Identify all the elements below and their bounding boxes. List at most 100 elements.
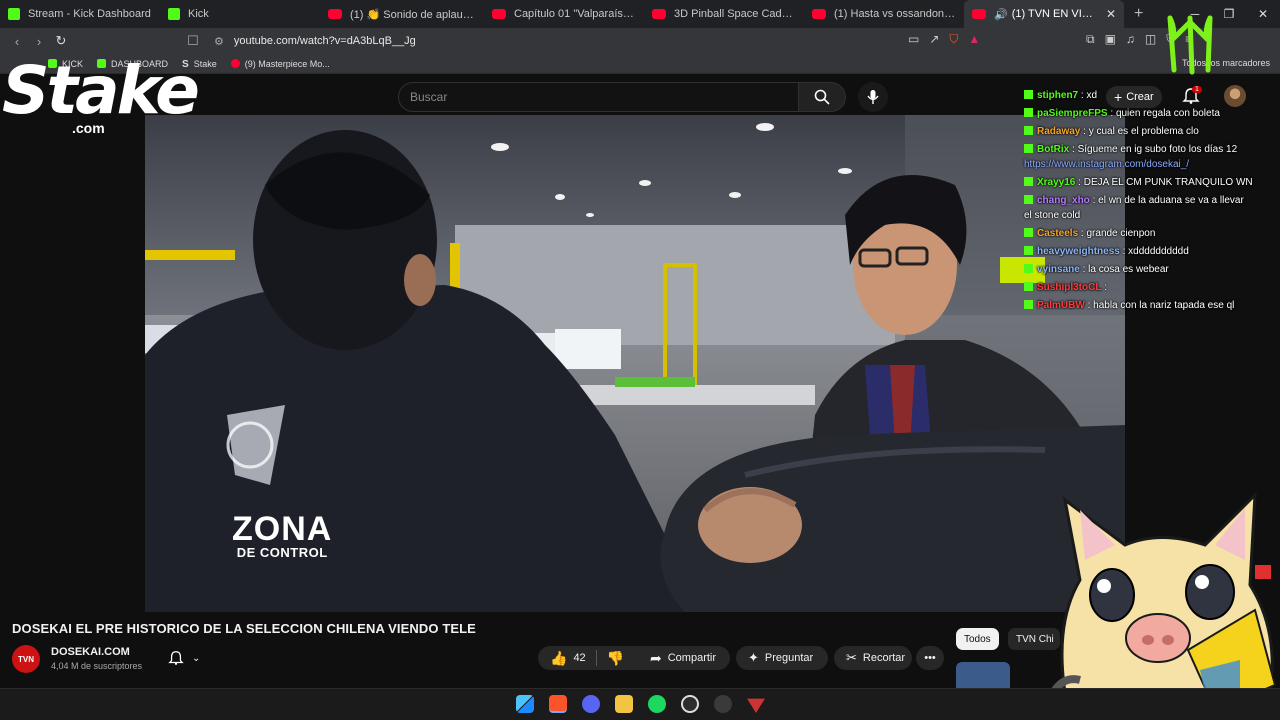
kick-badge-icon xyxy=(1024,144,1033,153)
chat-separator: : xyxy=(1089,195,1099,206)
monster-energy-logo xyxy=(1167,15,1213,75)
chat-text: xd xyxy=(1086,90,1098,101)
bell-icon xyxy=(168,651,184,665)
obs-icon[interactable] xyxy=(681,695,699,713)
chat-separator: : xyxy=(1080,126,1089,137)
kick-badge-icon xyxy=(1024,90,1033,99)
chat-username: heavyweightness xyxy=(1037,246,1120,257)
zona-title: ZONA xyxy=(232,510,333,548)
bookmark-masterpiece[interactable]: (9) Masterpiece Mo... xyxy=(230,59,330,69)
tab-kick[interactable]: Kick xyxy=(160,0,320,28)
channel-avatar[interactable]: TVN xyxy=(12,645,40,673)
brave-rewards-icon[interactable]: ▲ xyxy=(968,32,980,47)
chat-username: PalmUBW xyxy=(1037,300,1085,311)
chat-link[interactable]: https://www.instagram.com/dosekai_/ xyxy=(1024,159,1189,170)
chat-message: PalmUBW : habla con la nariz tapada ese … xyxy=(1024,298,1254,313)
recommended-thumbnail[interactable] xyxy=(956,662,1010,688)
kick-badge-icon xyxy=(1024,300,1033,309)
thumbs-up-icon[interactable]: 👍 xyxy=(550,650,567,667)
windows-start-icon[interactable] xyxy=(516,695,534,713)
chevron-down-icon: ⌄ xyxy=(192,652,201,664)
tab-youtube-valparaiso[interactable]: Capítulo 01 "Valparaíso" | Chil xyxy=(484,0,644,28)
bookmark-icon[interactable]: ☐ xyxy=(182,33,204,49)
clip-label: Recortar xyxy=(862,652,906,664)
file-explorer-icon[interactable] xyxy=(615,695,633,713)
site-info-icon[interactable]: ⚙ xyxy=(214,35,224,48)
chat-username: chang_xho xyxy=(1037,195,1090,206)
music-icon[interactable]: ♫ xyxy=(1126,32,1135,47)
kick-badge-icon xyxy=(1024,264,1033,273)
search-placeholder: Buscar xyxy=(410,90,448,104)
chat-separator: : xyxy=(1069,144,1078,155)
chat-separator: : xyxy=(1107,108,1116,119)
channel-name[interactable]: DOSEKAI.COM xyxy=(51,646,130,658)
forward-button[interactable]: › xyxy=(28,34,50,49)
chat-message: Xrayy16 : DEJA EL CM PUNK TRANQUILO WN xyxy=(1024,175,1254,190)
chat-text: xdddddddddd xyxy=(1128,246,1189,257)
extensions-icon[interactable]: ⧉ xyxy=(1086,32,1095,47)
tab-tvn-en-vivo[interactable]: 🔊 (1) TVN EN VIVO | ZON ✕ xyxy=(964,0,1124,28)
ask-button[interactable]: ✦ Preguntar xyxy=(736,646,828,670)
clip-button[interactable]: ✂ Recortar xyxy=(834,646,912,670)
chat-username: stiphen7 xyxy=(1037,90,1079,101)
share-button[interactable]: ➦ Compartir xyxy=(638,646,730,670)
brave-browser-icon[interactable] xyxy=(549,695,567,713)
kick-badge-icon xyxy=(1024,177,1033,186)
cast-icon[interactable]: ▭ xyxy=(908,32,919,47)
discord-icon[interactable] xyxy=(582,695,600,713)
ask-label: Preguntar xyxy=(764,652,814,664)
thumbs-down-icon[interactable]: 👎 xyxy=(607,650,624,667)
share-icon[interactable]: ↗ xyxy=(929,32,939,47)
chat-message: vyinsane : la cosa es webear xyxy=(1024,262,1254,277)
chat-username: BotRix xyxy=(1037,144,1070,155)
cat-avatar-overlay xyxy=(1046,491,1277,720)
chat-message: stiphen7 : xd xyxy=(1024,88,1254,103)
chat-separator: : xyxy=(1079,264,1089,275)
sidebar-icon[interactable]: ▣ xyxy=(1105,32,1116,47)
reload-icon[interactable]: ↻ xyxy=(50,33,72,49)
chat-text: Sígueme en ig subo foto los días 12 xyxy=(1077,144,1238,155)
close-window-button[interactable]: ✕ xyxy=(1246,7,1280,21)
chat-message: BotRix : Sígueme en ig subo foto los día… xyxy=(1024,142,1254,172)
spotify-icon[interactable] xyxy=(648,695,666,713)
tab-title: Capítulo 01 "Valparaíso" | Chil xyxy=(514,8,636,20)
more-actions-button[interactable]: ••• xyxy=(916,646,944,670)
tab-youtube-ossandon[interactable]: (1) Hasta vs ossandon ebrios xyxy=(804,0,964,28)
subscription-notifications-button[interactable]: ⌄ xyxy=(168,646,216,670)
wallet-icon[interactable]: ◫ xyxy=(1145,32,1156,47)
tab-youtube-aplausos[interactable]: (1) 👏 Sonido de aplausos y g xyxy=(320,0,484,28)
chat-text: la cosa es webear xyxy=(1088,264,1169,275)
back-button[interactable]: ‹ xyxy=(6,34,28,49)
close-tab-icon[interactable]: ✕ xyxy=(1106,7,1116,21)
chat-message: Sushipl3toCL : xyxy=(1024,280,1254,295)
microphone-icon xyxy=(867,90,879,104)
chat-separator: : xyxy=(1119,246,1129,257)
app-icon[interactable] xyxy=(714,695,732,713)
zona-de-control-graphic: ZONA DE CONTROL xyxy=(232,512,332,560)
chat-separator: : xyxy=(1101,282,1108,293)
kick-badge-icon xyxy=(1024,228,1033,237)
new-tab-button[interactable]: + xyxy=(1124,5,1153,23)
filter-chip-all[interactable]: Todos xyxy=(956,628,999,650)
bookmark-label: Stake xyxy=(193,58,217,69)
more-icon: ••• xyxy=(924,652,936,664)
chat-username: Radaway xyxy=(1037,126,1081,137)
youtube-icon xyxy=(812,9,826,19)
brave-shield-icon[interactable]: ⛉ xyxy=(949,32,958,47)
windows-taskbar xyxy=(0,688,1280,720)
chat-username: vyinsane xyxy=(1037,264,1080,275)
share-arrow-icon: ➦ xyxy=(650,649,662,666)
kick-badge-icon xyxy=(1024,195,1033,204)
chat-separator: : xyxy=(1075,177,1084,188)
search-button[interactable] xyxy=(798,82,846,112)
search-input[interactable]: Buscar xyxy=(398,82,800,112)
tab-youtube-pinball[interactable]: 3D Pinball Space Cadet [Origin xyxy=(644,0,804,28)
like-count[interactable]: 42 xyxy=(573,652,585,664)
voice-search-button[interactable] xyxy=(858,82,888,112)
subscriber-count: 4,04 M de suscriptores xyxy=(51,661,143,671)
kick-icon xyxy=(168,8,180,20)
url-field[interactable]: youtube.com/watch?v=dA3bLqB__Jg xyxy=(234,35,416,47)
tab-kick-dashboard[interactable]: Stream - Kick Dashboard xyxy=(0,0,160,28)
video-title: DOSEKAI EL PRE HISTORICO DE LA SELECCION… xyxy=(12,621,476,636)
chat-text: habla con la nariz tapada ese ql xyxy=(1093,300,1235,311)
